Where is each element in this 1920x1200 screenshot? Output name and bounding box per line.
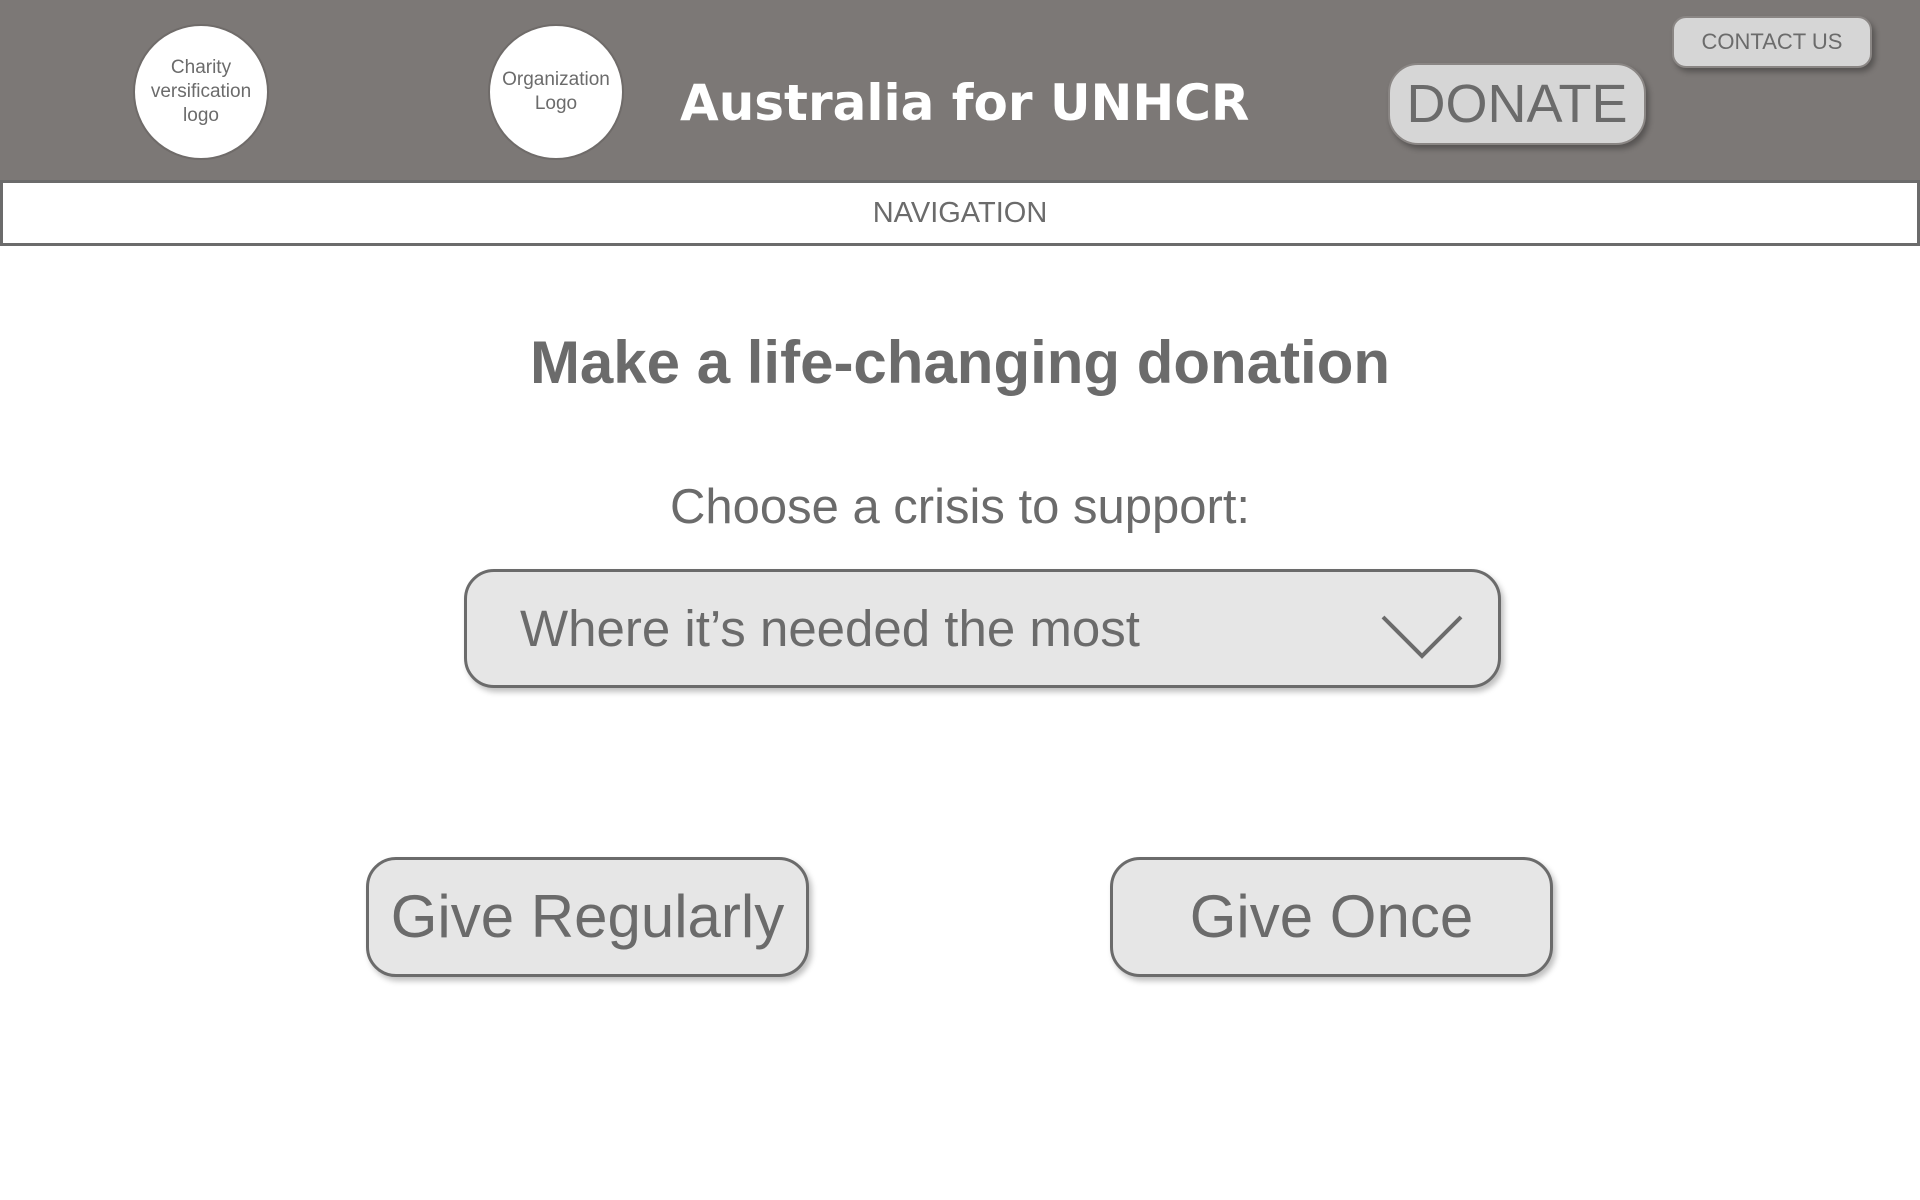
site-header: Charity versification logo Organization … (0, 0, 1920, 180)
organization-logo[interactable]: Organization Logo (488, 24, 624, 160)
chevron-down-icon[interactable] (1381, 615, 1463, 659)
charity-verification-logo: Charity versification logo (133, 24, 269, 160)
give-once-button[interactable]: Give Once (1110, 857, 1553, 977)
org-logo-text: Organization Logo (502, 69, 610, 114)
donation-page: Charity versification logo Organization … (0, 0, 1920, 1200)
page-heading: Make a life-changing donation (529, 329, 1391, 396)
crisis-select[interactable]: Where it’s needed the most (464, 569, 1501, 688)
crisis-select-label: Choose a crisis to support: (669, 480, 1251, 534)
donate-button[interactable]: DONATE (1388, 63, 1646, 145)
crisis-select-value: Where it’s needed the most (520, 600, 1140, 657)
charity-logo-text: Charity versification logo (150, 57, 252, 126)
contact-us-button[interactable]: CONTACT US (1672, 16, 1872, 68)
give-regularly-button[interactable]: Give Regularly (366, 857, 809, 977)
navigation-bar[interactable]: NAVIGATION (0, 180, 1920, 246)
site-title: Australia for UNHCR (680, 74, 1250, 132)
